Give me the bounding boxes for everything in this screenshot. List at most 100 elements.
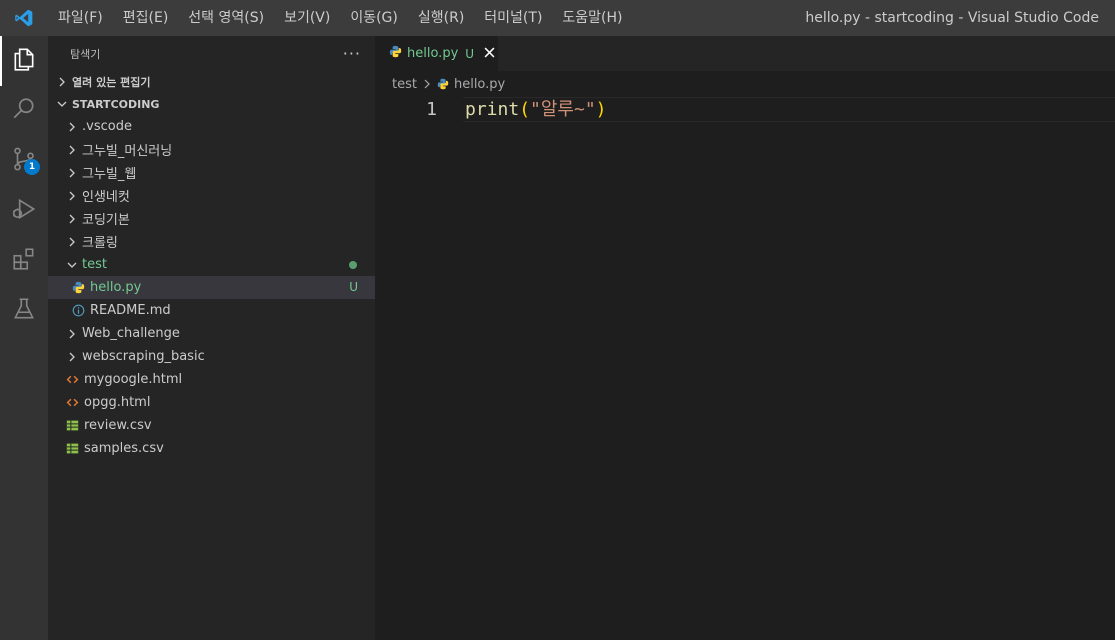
tree-item-hello-py[interactable]: hello.py U (48, 276, 375, 299)
chevron-right-icon (64, 119, 80, 135)
code-line[interactable]: print("알루~") (465, 97, 607, 122)
open-editors-label: 열려 있는 편집기 (72, 76, 151, 89)
python-file-icon (437, 78, 449, 90)
window-title: hello.py - startcoding - Visual Studio C… (805, 10, 1099, 26)
tree-item-label: 코딩기본 (82, 213, 130, 228)
explorer-sidebar: 탐색기 ··· 열려 있는 편집기 STARTCODING .vscode 그누… (48, 36, 375, 640)
menu-selection[interactable]: 선택 영역(S) (178, 0, 274, 36)
tree-item-folder[interactable]: 그누빌_머신러닝 (48, 138, 375, 161)
tree-item-vscode[interactable]: .vscode (48, 115, 375, 138)
breadcrumb: test hello.py (375, 71, 1115, 97)
python-file-icon (70, 280, 86, 296)
tree-item-label: webscraping_basic (82, 349, 205, 364)
chevron-right-icon (64, 142, 80, 158)
tree-item-label: 인생네컷 (82, 190, 130, 205)
testing-icon (11, 296, 37, 326)
code-string-token: "알루~" (530, 99, 596, 120)
code-paren-token: ( (519, 99, 531, 120)
chevron-right-icon (64, 188, 80, 204)
source-control-badge: 1 (24, 159, 40, 175)
chevron-right-icon (64, 211, 80, 227)
run-debug-icon (11, 196, 37, 226)
tab-label: hello.py (407, 46, 459, 61)
tab-hello-py[interactable]: hello.py U (375, 36, 498, 71)
explorer-header: 탐색기 ··· (48, 36, 375, 71)
python-file-icon (389, 45, 402, 62)
tree-item-folder[interactable]: 그누빌_웹 (48, 161, 375, 184)
vscode-logo-icon (0, 0, 48, 36)
tree-item-html-file[interactable]: mygoogle.html (48, 368, 375, 391)
menu-file[interactable]: 파일(F) (48, 0, 113, 36)
files-icon (11, 46, 37, 76)
chevron-right-icon (64, 165, 80, 181)
code-paren-token: ) (595, 99, 607, 120)
menu-bar: 파일(F) 편집(E) 선택 영역(S) 보기(V) 이동(G) 실행(R) 터… (48, 0, 633, 36)
tree-item-label: .vscode (82, 119, 132, 134)
close-icon[interactable] (484, 46, 495, 61)
tree-item-readme[interactable]: README.md (48, 299, 375, 322)
tree-item-folder[interactable]: 코딩기본 (48, 207, 375, 230)
editor-tabs: hello.py U (375, 36, 1115, 71)
tree-item-html-file[interactable]: opgg.html (48, 391, 375, 414)
csv-file-icon (64, 441, 80, 457)
extensions-button[interactable] (0, 236, 48, 286)
tree-item-label: mygoogle.html (84, 372, 183, 387)
tree-item-label: README.md (90, 303, 171, 318)
tree-item-label: review.csv (84, 418, 152, 433)
tree-item-folder[interactable]: 인생네컷 (48, 184, 375, 207)
tree-item-label: 그누빌_웹 (82, 167, 137, 182)
html-file-icon (64, 372, 80, 388)
activity-bar: 1 (0, 36, 48, 640)
tree-item-label: test (82, 257, 107, 272)
menu-help[interactable]: 도움말(H) (552, 0, 632, 36)
testing-button[interactable] (0, 286, 48, 336)
breadcrumb-folder[interactable]: test (392, 77, 417, 92)
run-debug-button[interactable] (0, 186, 48, 236)
source-control-button[interactable]: 1 (0, 136, 48, 186)
code-editor[interactable]: 1 print("알루~") (375, 97, 1115, 640)
menu-terminal[interactable]: 터미널(T) (474, 0, 552, 36)
info-icon (70, 303, 86, 319)
menu-run[interactable]: 실행(R) (408, 0, 474, 36)
tree-item-csv-file[interactable]: samples.csv (48, 437, 375, 460)
tree-item-label: 그누빌_머신러닝 (82, 144, 173, 159)
line-number: 1 (426, 99, 437, 120)
chevron-right-icon (64, 234, 80, 250)
modified-dot-icon (349, 261, 357, 269)
menu-go[interactable]: 이동(G) (340, 0, 408, 36)
tree-item-folder[interactable]: 크롤링 (48, 230, 375, 253)
tree-item-test-folder[interactable]: test (48, 253, 375, 276)
menu-edit[interactable]: 편집(E) (113, 0, 179, 36)
chevron-right-icon (64, 349, 80, 365)
workspace-section[interactable]: STARTCODING (48, 93, 375, 115)
tree-item-label: Web_challenge (82, 326, 180, 341)
breadcrumb-file[interactable]: hello.py (454, 77, 505, 92)
open-editors-section[interactable]: 열려 있는 편집기 (48, 71, 375, 93)
tree-item-label: samples.csv (84, 441, 164, 456)
tree-item-label: opgg.html (84, 395, 151, 410)
title-bar: 파일(F) 편집(E) 선택 영역(S) 보기(V) 이동(G) 실행(R) 터… (0, 0, 1115, 36)
tree-item-folder[interactable]: webscraping_basic (48, 345, 375, 368)
tree-item-folder[interactable]: Web_challenge (48, 322, 375, 345)
search-button[interactable] (0, 86, 48, 136)
chevron-right-icon (64, 326, 80, 342)
chevron-right-icon (423, 79, 431, 89)
untracked-status-badge: U (349, 280, 358, 294)
menu-view[interactable]: 보기(V) (274, 0, 340, 36)
extensions-icon (11, 246, 37, 276)
explorer-button[interactable] (0, 36, 48, 86)
chevron-down-icon (64, 257, 80, 273)
more-actions-icon[interactable]: ··· (343, 44, 361, 63)
tree-item-csv-file[interactable]: review.csv (48, 414, 375, 437)
tab-status-badge: U (465, 46, 475, 61)
tree-item-label: hello.py (90, 280, 142, 295)
chevron-down-icon (54, 96, 70, 112)
workspace-label: STARTCODING (72, 97, 160, 111)
code-function-token: print (465, 99, 520, 120)
search-icon (11, 96, 37, 126)
explorer-title: 탐색기 (70, 47, 101, 61)
chevron-right-icon (54, 74, 70, 90)
csv-file-icon (64, 418, 80, 434)
html-file-icon (64, 395, 80, 411)
tree-item-label: 크롤링 (82, 236, 118, 251)
